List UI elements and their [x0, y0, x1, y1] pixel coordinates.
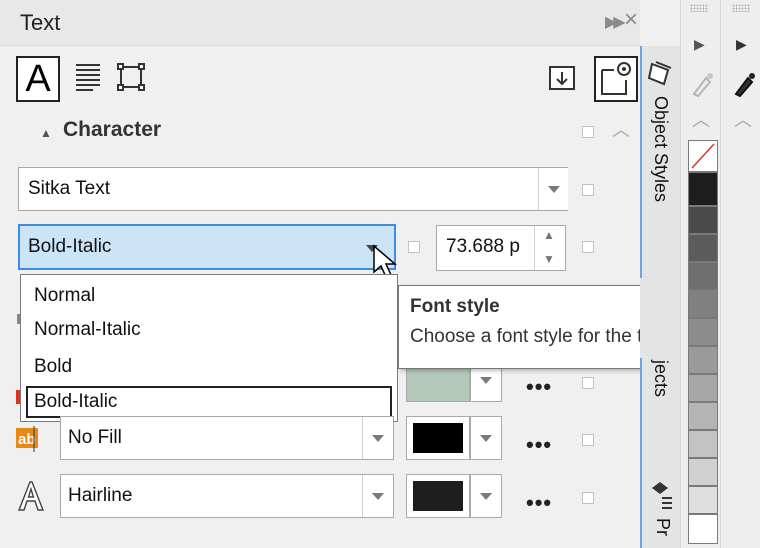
font-family-checkbox[interactable] — [582, 184, 594, 196]
font-size-value: 73.688 p — [446, 236, 520, 257]
text-fill-checkbox[interactable] — [582, 377, 594, 389]
palette-no-color-swatch[interactable] — [688, 140, 718, 172]
object-styles-icon[interactable] — [646, 60, 674, 88]
palette-swatch[interactable] — [688, 374, 718, 402]
docker-title: Text — [20, 10, 61, 35]
section-title[interactable]: Character — [63, 118, 161, 142]
background-more-button[interactable]: ••• — [526, 432, 552, 458]
tab-properties[interactable]: Pr — [652, 518, 673, 536]
palette-flyout-icon[interactable]: ▶ — [694, 36, 705, 53]
palette-scroll-up-icon[interactable]: ︿ — [734, 106, 752, 132]
eyedropper-icon[interactable] — [690, 70, 714, 103]
palette-swatch[interactable] — [688, 318, 718, 346]
svg-text:ab: ab — [18, 431, 36, 448]
palette-swatch[interactable] — [688, 290, 718, 318]
tab-separator — [640, 278, 680, 358]
outline-icon — [16, 480, 46, 512]
palette-swatch[interactable] — [688, 402, 718, 430]
palette-swatch[interactable] — [688, 458, 718, 486]
font-style-checkbox[interactable] — [408, 241, 420, 253]
character-tab-icon[interactable]: A — [16, 56, 60, 102]
font-family-dropdown-icon[interactable] — [538, 168, 568, 210]
palette-swatch[interactable] — [688, 514, 718, 544]
outline-more-button[interactable]: ••• — [526, 490, 552, 516]
palette-swatch[interactable] — [688, 346, 718, 374]
outline-color-dropdown-icon[interactable] — [470, 474, 502, 518]
font-style-value: Bold-Italic — [28, 236, 112, 257]
palette-swatch[interactable] — [688, 234, 718, 262]
outline-width-dropdown-icon[interactable] — [362, 475, 392, 517]
palette-swatch[interactable] — [688, 262, 718, 290]
collapse-arrow-icon[interactable]: ▲ — [40, 126, 52, 140]
font-style-option-label: Bold-Italic — [34, 391, 118, 412]
palette-swatch[interactable] — [688, 206, 718, 234]
outline-checkbox[interactable] — [582, 492, 594, 504]
text-fill-more-button[interactable]: ••• — [526, 374, 552, 400]
palette-scroll-up-icon[interactable]: ︿ — [692, 106, 710, 132]
background-fill-value: No Fill — [68, 427, 122, 448]
eyedropper-icon[interactable] — [732, 70, 756, 103]
import-icon[interactable] — [548, 64, 576, 92]
font-style-option[interactable]: Bold — [34, 356, 72, 378]
close-docker-icon[interactable]: × — [624, 6, 638, 34]
scroll-up-icon[interactable]: ︿ — [612, 116, 630, 142]
background-color-dropdown-icon[interactable] — [470, 416, 502, 460]
tab-objects[interactable]: jects — [650, 360, 671, 397]
tooltip-title: Font style — [410, 296, 500, 317]
background-fill-dropdown-icon[interactable] — [362, 417, 392, 459]
outline-color-chip — [413, 481, 463, 511]
palette-swatch[interactable] — [688, 486, 718, 514]
frame-tab-icon[interactable] — [116, 62, 146, 92]
expand-docker-icon[interactable]: ▶▶ — [605, 12, 626, 32]
background-checkbox[interactable] — [582, 434, 594, 446]
properties-icon[interactable] — [648, 480, 674, 510]
font-size-checkbox[interactable] — [582, 241, 594, 253]
font-style-option[interactable]: Normal-Italic — [34, 319, 141, 341]
docker-titlebar — [0, 0, 640, 46]
options-icon[interactable] — [594, 56, 638, 102]
outline-width-value: Hairline — [68, 485, 133, 506]
section-checkbox[interactable] — [582, 126, 594, 138]
palette-grip-icon[interactable] — [732, 4, 750, 12]
background-color-chip — [413, 423, 463, 453]
spin-down-icon[interactable]: ▼ — [543, 252, 555, 266]
palette-swatch[interactable] — [688, 430, 718, 458]
font-style-option[interactable]: Normal — [34, 285, 95, 307]
palette-swatch[interactable] — [688, 172, 718, 206]
tooltip-body: Choose a font style for the text. — [410, 326, 673, 347]
spin-up-icon[interactable]: ▲ — [543, 228, 555, 242]
font-family-value: Sitka Text — [28, 178, 111, 199]
paragraph-tab-icon[interactable] — [75, 62, 101, 92]
background-fill-icon: ab — [16, 424, 40, 454]
palette-grip-icon[interactable] — [690, 4, 708, 12]
palette-flyout-icon[interactable]: ▶ — [736, 36, 747, 53]
tab-object-styles[interactable]: Object Styles — [650, 96, 671, 202]
